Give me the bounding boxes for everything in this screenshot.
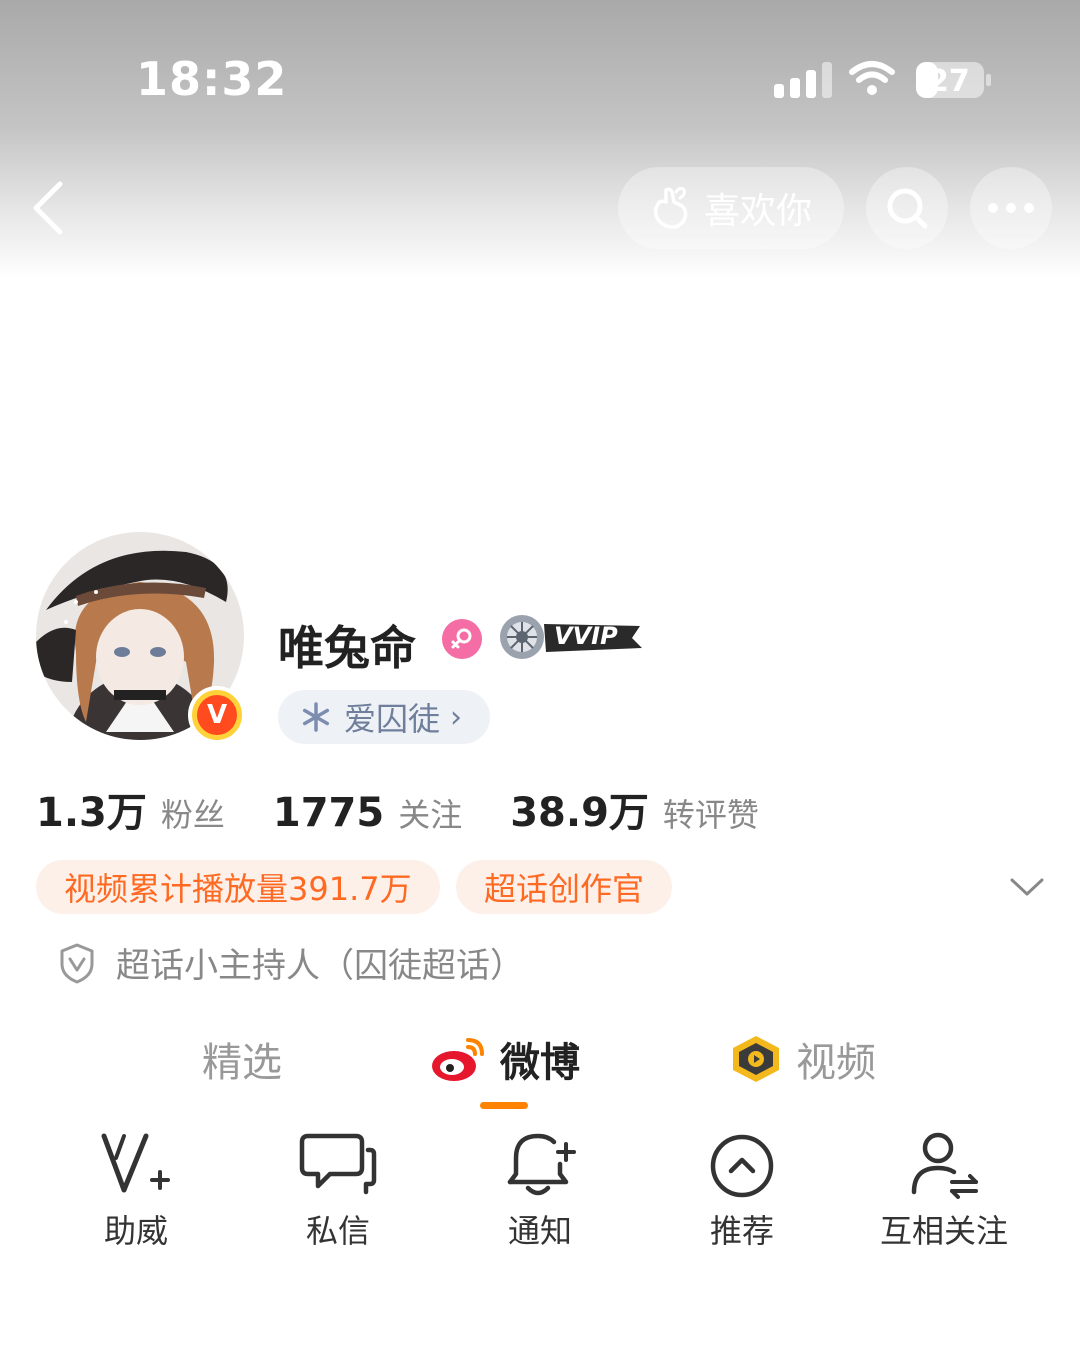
chevron-right-icon: › <box>450 699 463 735</box>
action-notify-label: 通知 <box>507 1212 572 1250</box>
tab-video[interactable]: 视频 <box>728 1030 876 1088</box>
stat-fans[interactable]: 1.3万 粉丝 <box>36 780 225 838</box>
honor-row[interactable]: 超话小主持人（囚徒超话） <box>58 938 524 987</box>
fans-group-label: 爱囚徒 <box>344 700 441 738</box>
stat-following[interactable]: 1775 关注 <box>273 790 462 836</box>
video-badge-icon <box>733 1036 779 1082</box>
following-label: 关注 <box>398 796 463 834</box>
like-you-label: 喜欢你 <box>704 191 813 232</box>
status-time: 18:32 <box>136 52 288 106</box>
mutual-follow-icon <box>911 1132 978 1199</box>
interactions-count: 38.9万 <box>510 790 649 836</box>
verified-v-icon: V <box>197 695 237 735</box>
action-recommend[interactable]: 推荐 <box>662 1128 822 1252</box>
tag-video-plays[interactable]: 视频累计播放量391.7万 <box>36 860 440 914</box>
shield-v-icon <box>60 943 94 983</box>
expand-button[interactable] <box>1006 866 1048 908</box>
fans-count: 1.3万 <box>36 790 147 836</box>
v-plus-icon <box>101 1133 170 1193</box>
tag-supertopic-creator[interactable]: 超话创作官 <box>456 860 673 914</box>
weibo-logo-icon <box>432 1038 484 1081</box>
tab-featured[interactable]: 精选 <box>202 1030 282 1088</box>
tab-weibo-label: 微博 <box>500 1040 580 1086</box>
finger-heart-icon <box>653 186 688 229</box>
honor-text: 超话小主持人（囚徒超话） <box>116 946 524 986</box>
more-dots-icon <box>988 203 1034 213</box>
action-recommend-label: 推荐 <box>709 1212 774 1250</box>
verified-badge: V <box>188 686 246 744</box>
status-icons: 27 <box>770 58 1000 106</box>
action-mutual-follow[interactable]: 互相关注 <box>864 1128 1024 1252</box>
action-notify[interactable]: 通知 <box>460 1128 620 1252</box>
action-message[interactable]: 私信 <box>258 1128 418 1252</box>
like-you-button[interactable]: 喜欢你 <box>618 167 844 249</box>
snowflake-icon <box>302 702 330 732</box>
tab-video-label: 视频 <box>796 1040 876 1086</box>
chevron-down-icon <box>1010 878 1044 896</box>
bell-plus-icon <box>507 1133 576 1196</box>
stats-row: 1.3万 粉丝 1775 关注 38.9万 转评赞 <box>36 780 807 838</box>
fans-label: 粉丝 <box>160 796 225 834</box>
battery-level: 27 <box>928 64 970 99</box>
tab-featured-label: 精选 <box>202 1040 282 1086</box>
vvip-label: VVIP <box>554 622 618 650</box>
female-gender-icon <box>442 619 482 659</box>
back-button[interactable] <box>22 170 82 246</box>
interactions-label: 转评赞 <box>662 796 759 834</box>
message-icon <box>299 1133 377 1195</box>
action-message-label: 私信 <box>305 1212 370 1250</box>
tab-weibo[interactable]: 微博 <box>430 1030 580 1088</box>
back-arrow-icon <box>33 181 63 235</box>
fans-group-button[interactable]: 爱囚徒 › <box>278 690 491 744</box>
search-icon <box>887 188 928 229</box>
action-cheer[interactable]: 助威 <box>56 1128 216 1252</box>
following-count: 1775 <box>272 790 385 836</box>
username: 唯兔命 <box>278 621 416 675</box>
stat-interactions[interactable]: 38.9万 转评赞 <box>510 780 759 838</box>
arrow-up-circle-icon <box>710 1134 774 1198</box>
action-cheer-label: 助威 <box>103 1212 168 1250</box>
vvip-badge[interactable]: VVIP <box>494 612 644 662</box>
more-button[interactable] <box>970 167 1052 249</box>
action-mutual-follow-label: 互相关注 <box>879 1212 1008 1250</box>
active-tab-indicator <box>480 1102 528 1109</box>
search-button[interactable] <box>866 167 948 249</box>
